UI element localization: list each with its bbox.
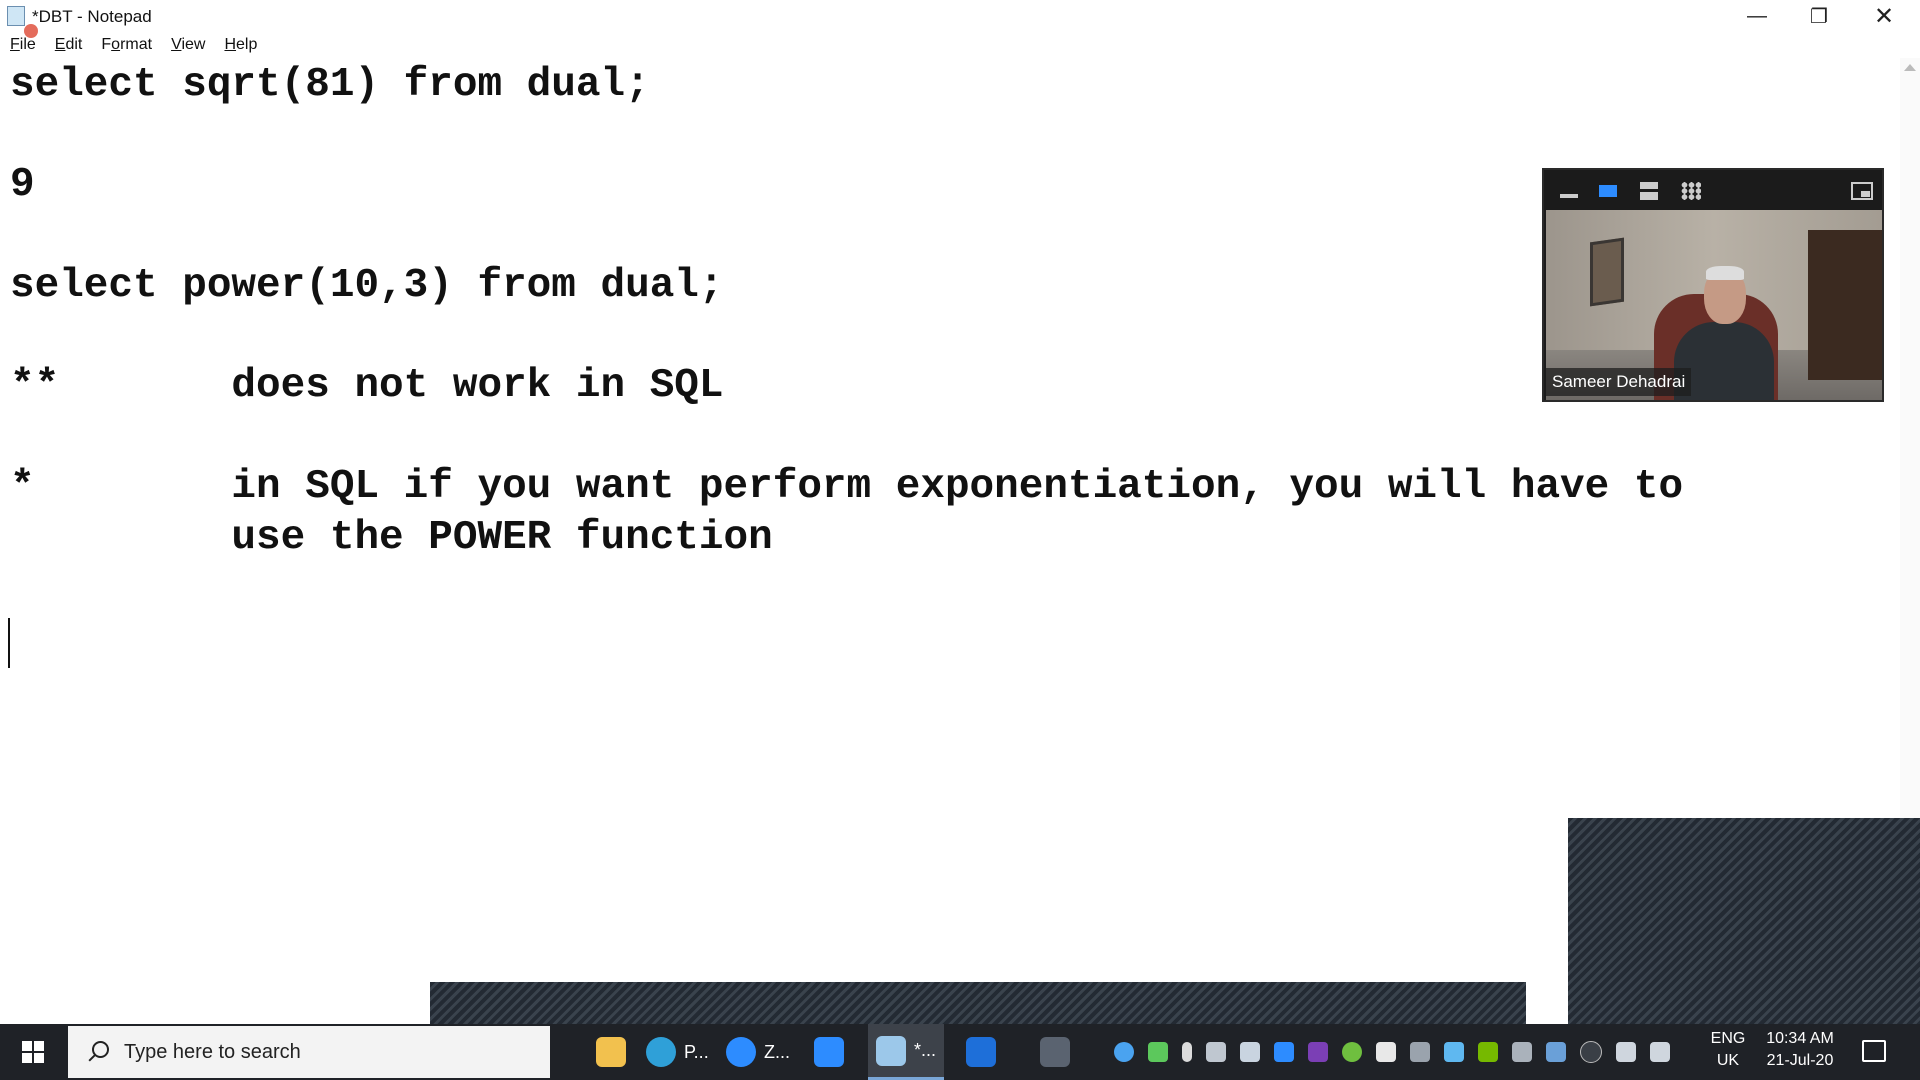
menu-format-prefix: F: [101, 36, 112, 53]
terminal-icon: [1040, 1037, 1070, 1067]
language-region: UK: [1716, 1052, 1740, 1069]
menu-help[interactable]: Help: [214, 32, 266, 58]
steam-icon[interactable]: [1240, 1042, 1260, 1062]
taskbar-notepad-label: *...: [914, 1040, 937, 1060]
zoom-camera-icon: [814, 1037, 844, 1067]
windows-logo-icon: [22, 1041, 44, 1063]
taskbar-file-explorer[interactable]: [588, 1024, 634, 1080]
hatched-overlay: [1568, 818, 1920, 1024]
update-icon[interactable]: [1342, 1042, 1362, 1062]
taskbar-zoom[interactable]: [806, 1024, 852, 1080]
speaker-view-icon[interactable]: [1599, 185, 1617, 197]
menu-file[interactable]: File: [0, 32, 45, 58]
zoom-video-panel[interactable]: Sameer Dehadrai: [1542, 168, 1884, 402]
search-icon: [86, 1041, 109, 1063]
gallery-view-icon[interactable]: [1681, 182, 1701, 200]
clock-time: 10:34 AM: [1766, 1030, 1834, 1047]
volume-icon[interactable]: [1616, 1042, 1636, 1062]
search-placeholder: Type here to search: [124, 1040, 301, 1063]
hatched-overlay: [430, 982, 1526, 1024]
clock-date: 21-Jul-20: [1766, 1052, 1834, 1069]
menu-help-label: elp: [236, 36, 258, 53]
editor-line: select sqrt(81) from dual;: [10, 62, 650, 108]
zoom-toolbar: [1544, 170, 1882, 210]
taskbar: Type here to search P... Z... *... ENG U…: [0, 1024, 1920, 1080]
stacked-view-icon[interactable]: [1640, 182, 1658, 200]
device-icon[interactable]: [1512, 1042, 1532, 1062]
menu-edit[interactable]: Edit: [45, 32, 92, 58]
language-code: ENG: [1710, 1030, 1746, 1047]
menu-bar: File Edit Format View Help: [0, 32, 1920, 59]
minimize-button[interactable]: —: [1726, 0, 1788, 32]
menu-format-label: rmat: [120, 36, 153, 53]
window-title: *DBT - Notepad: [32, 7, 152, 26]
microphone-icon[interactable]: [1182, 1042, 1192, 1062]
pen-icon[interactable]: [1650, 1042, 1670, 1062]
exit-floating-icon[interactable]: [1851, 182, 1873, 200]
language-indicator[interactable]: ENG UK: [1706, 1028, 1750, 1072]
video-person-hair: [1706, 266, 1744, 280]
taskbar-whiteboard[interactable]: [958, 1024, 1004, 1080]
zoom-icon: [726, 1037, 756, 1067]
menu-format-mnemonic: o: [111, 36, 121, 53]
close-button[interactable]: ✕: [1853, 0, 1915, 32]
start-button[interactable]: [0, 1024, 66, 1080]
onenote-icon[interactable]: [1308, 1042, 1328, 1062]
nvidia-icon[interactable]: [1478, 1042, 1498, 1062]
taskbar-edge-label: P...: [684, 1041, 709, 1062]
text-caret: [8, 618, 10, 668]
notification-center-icon[interactable]: [1862, 1040, 1886, 1062]
notepad-icon[interactable]: [7, 6, 38, 38]
scroll-up-arrow-icon[interactable]: [1904, 64, 1916, 71]
zoom-tray-icon[interactable]: [1274, 1042, 1294, 1062]
video-shelf: [1808, 230, 1882, 380]
whiteboard-icon: [966, 1037, 996, 1067]
minimize-video-icon[interactable]: [1560, 194, 1578, 198]
clock[interactable]: 10:34 AM 21-Jul-20: [1748, 1028, 1852, 1072]
menu-help-mnemonic: H: [224, 36, 237, 53]
snowflake-icon[interactable]: [1444, 1042, 1464, 1062]
menu-view-label: iew: [181, 36, 206, 53]
wifi-icon[interactable]: [1410, 1042, 1430, 1062]
menu-format[interactable]: Format: [91, 32, 161, 58]
edge-icon: [646, 1037, 676, 1067]
notepad-icon: [876, 1035, 906, 1066]
battery-icon[interactable]: [1206, 1042, 1226, 1062]
system-tray: [1114, 1024, 1684, 1080]
security-check-icon[interactable]: [1148, 1042, 1168, 1062]
menu-file-mnemonic: F: [10, 36, 20, 53]
menu-view-mnemonic: V: [171, 36, 182, 53]
shield-icon[interactable]: [1376, 1042, 1396, 1062]
menu-edit-label: dit: [65, 36, 83, 53]
taskbar-notepad[interactable]: *...: [868, 1024, 944, 1080]
title-bar: *DBT - Notepad — ❐ ✕: [0, 0, 1920, 38]
editor-line: * in SQL if you want perform exponentiat…: [10, 464, 1684, 510]
search-box[interactable]: Type here to search: [68, 1026, 550, 1078]
editor-line: ** does not work in SQL: [10, 363, 724, 409]
editor-line: 9: [10, 162, 35, 208]
video-picture-frame: [1590, 237, 1624, 307]
taskbar-edge[interactable]: P...: [640, 1024, 712, 1080]
cloud-icon[interactable]: [1546, 1042, 1566, 1062]
folder-icon: [596, 1037, 626, 1067]
editor-line: select power(10,3) from dual;: [10, 263, 724, 309]
taskbar-zoom-meetings[interactable]: Z...: [720, 1024, 792, 1080]
taskbar-terminal[interactable]: [1032, 1024, 1078, 1080]
help-icon[interactable]: [1114, 1042, 1134, 1062]
participant-name: Sameer Dehadrai: [1546, 368, 1692, 396]
editor-line: use the POWER function: [10, 515, 773, 561]
menu-edit-mnemonic: E: [54, 36, 66, 53]
menu-file-label: ile: [19, 36, 36, 53]
maximize-button[interactable]: ❐: [1788, 0, 1850, 32]
bluetooth-icon[interactable]: [1580, 1041, 1602, 1063]
taskbar-zoom-label: Z...: [764, 1041, 790, 1062]
menu-view[interactable]: View: [161, 32, 214, 58]
